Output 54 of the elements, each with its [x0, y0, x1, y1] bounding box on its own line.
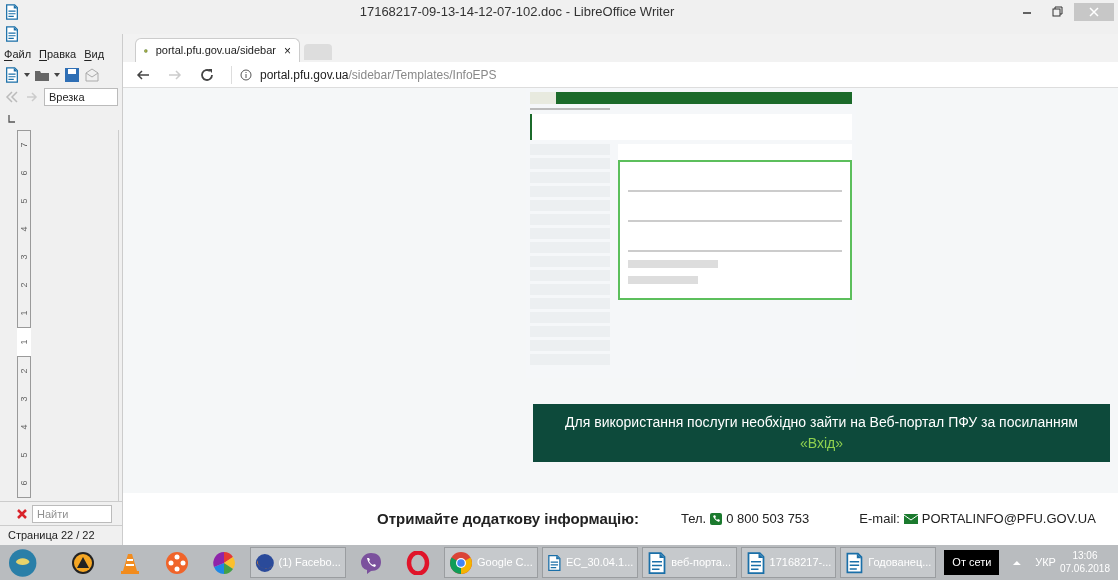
paragraph-style-box[interactable]: Врезка — [44, 88, 118, 106]
find-field[interactable]: Найти — [32, 504, 112, 523]
document-icon — [845, 550, 865, 575]
ruler-number: 6 — [17, 170, 30, 176]
menu-item[interactable]: Файл — [4, 45, 32, 63]
window-title: 17168217-09-13-14-12-07-102.doc - LibreOffice Writer — [358, 3, 676, 22]
browser-logo-icon — [449, 550, 474, 575]
reload-icon[interactable] — [199, 66, 215, 83]
close-icon[interactable] — [16, 507, 28, 520]
ruler-number: 5 — [17, 198, 30, 204]
address-bar[interactable]: portal.pfu.gov.ua/sidebar/Templates/InfoEPS — [231, 65, 497, 84]
ruler-number: 2 — [17, 368, 30, 374]
ruler-number: 2 — [17, 282, 30, 288]
page-count: Страница 22 / 22 — [8, 528, 95, 544]
ruler-number: 5 — [17, 452, 30, 458]
phone-number: 0 800 503 753 — [726, 510, 810, 529]
dropdown-caret-icon[interactable] — [54, 72, 60, 78]
document-icon — [4, 26, 20, 42]
ruler-number: 6 — [17, 480, 30, 486]
tab-close-button[interactable]: × — [284, 41, 291, 60]
email-label: E-mail: — [859, 510, 900, 529]
triangle-logo-icon — [70, 550, 95, 575]
start-orb-icon[interactable] — [8, 547, 38, 578]
tooltip: От сети — [944, 550, 1000, 575]
url-text: portal.pfu.gov.ua/sidebar/Templates/InfoEPS — [260, 66, 497, 84]
tab-stop-icon[interactable] — [8, 115, 16, 123]
envelope-icon — [903, 514, 918, 524]
email-address: PORTALINFO@PFU.GOV.UA — [921, 510, 1096, 529]
document-icon — [4, 67, 20, 83]
phone-label: Тел. — [680, 510, 707, 529]
ring-logo-icon — [406, 550, 431, 575]
info-icon — [240, 68, 252, 81]
document-icon — [745, 550, 766, 575]
footer-heading: Отримайте додаткову інформацію: — [377, 508, 639, 529]
browser-tab[interactable]: portal.pfu.gov.ua/sidebar × — [135, 38, 300, 62]
ruler-number: 7 — [17, 142, 30, 148]
ruler-number: 4 — [17, 424, 30, 430]
phone-bubble-icon — [359, 550, 384, 575]
menu-item[interactable]: Вид — [84, 45, 105, 63]
ruler-number: 3 — [17, 396, 30, 402]
phone-icon — [710, 513, 723, 525]
ruler-number: 4 — [17, 226, 30, 232]
menu-item[interactable]: Правка — [39, 45, 77, 63]
dropdown-caret-icon[interactable] — [24, 72, 30, 78]
notice-text: Для використання послуги необхідно зайти на Веб-портал ПФУ за посиланням — [565, 413, 1078, 432]
ruler-number: 1 — [17, 310, 30, 316]
film-reel-icon — [165, 550, 190, 575]
ruler-number: 3 — [17, 254, 30, 260]
document-icon — [4, 4, 20, 20]
tab-title: portal.pfu.gov.ua/sidebar — [155, 43, 276, 59]
login-link[interactable]: «Вхід» — [799, 433, 843, 454]
document-icon — [647, 550, 668, 575]
pinwheel-icon — [212, 550, 237, 575]
ruler-number: 1 — [17, 339, 30, 345]
